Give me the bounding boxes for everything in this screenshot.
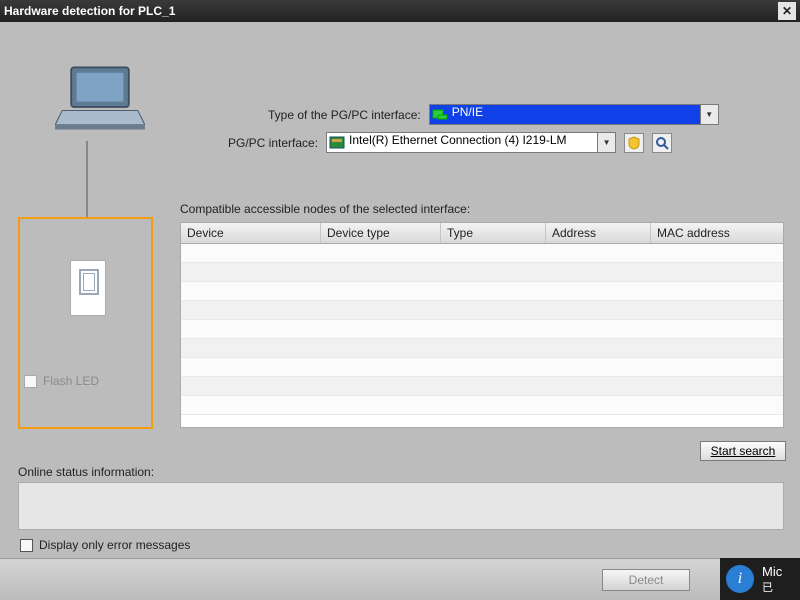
table-row[interactable] <box>181 301 783 320</box>
interface-type-label: Type of the PG/PC interface: <box>268 108 421 122</box>
col-type[interactable]: Type <box>441 223 546 243</box>
errors-only-checkbox[interactable] <box>20 539 33 552</box>
interface-name-value: Intel(R) Ethernet Connection (4) I219-LM <box>349 133 566 147</box>
errors-only-row: Display only error messages <box>20 538 190 552</box>
table-row[interactable] <box>181 320 783 339</box>
status-section-label: Online status information: <box>18 465 154 479</box>
interface-name-label: PG/PC interface: <box>228 136 318 150</box>
table-header: Device Device type Type Address MAC addr… <box>181 223 783 244</box>
notification-toast[interactable]: i Mic 已 <box>720 558 800 600</box>
flash-led-label: Flash LED <box>43 374 99 388</box>
col-device[interactable]: Device <box>181 223 321 243</box>
dialog-footer: Detect i Mic 已 <box>0 558 800 600</box>
nodes-table: Device Device type Type Address MAC addr… <box>180 222 784 428</box>
col-address[interactable]: Address <box>546 223 651 243</box>
start-search-button[interactable]: Start search <box>700 441 786 461</box>
shield-icon <box>627 136 641 150</box>
show-interfaces-button[interactable] <box>652 133 672 153</box>
device-selection-box <box>18 217 153 429</box>
interface-type-select[interactable]: PN/IE ▼ <box>429 104 719 125</box>
table-row[interactable] <box>181 377 783 396</box>
table-row[interactable] <box>181 358 783 377</box>
nic-icon <box>329 135 345 150</box>
flash-led-row: Flash LED <box>24 374 99 388</box>
table-body <box>181 244 783 428</box>
table-row[interactable] <box>181 244 783 263</box>
titlebar: Hardware detection for PLC_1 ✕ <box>0 0 800 22</box>
chevron-down-icon: ▼ <box>700 105 718 124</box>
toast-text: Mic 已 <box>762 564 782 595</box>
errors-only-label: Display only error messages <box>39 538 190 552</box>
configure-interface-button[interactable] <box>624 133 644 153</box>
laptop-icon <box>55 62 145 134</box>
nodes-section-label: Compatible accessible nodes of the selec… <box>180 202 470 216</box>
dialog-content: Type of the PG/PC interface: PN/IE ▼ PG/… <box>0 22 800 600</box>
col-mac[interactable]: MAC address <box>651 223 783 243</box>
table-row[interactable] <box>181 396 783 415</box>
interface-name-row: PG/PC interface: Intel(R) Ethernet Conne… <box>228 132 788 153</box>
interface-type-value: PN/IE <box>452 105 483 119</box>
table-row[interactable] <box>181 263 783 282</box>
window-title: Hardware detection for PLC_1 <box>4 4 778 18</box>
interface-name-select[interactable]: Intel(R) Ethernet Connection (4) I219-LM… <box>326 132 616 153</box>
plc-device-icon <box>70 260 106 316</box>
status-list[interactable] <box>18 482 784 530</box>
col-device-type[interactable]: Device type <box>321 223 441 243</box>
chevron-down-icon: ▼ <box>597 133 615 152</box>
pn-ie-icon <box>432 107 448 122</box>
detect-button[interactable]: Detect <box>602 569 690 591</box>
table-row[interactable] <box>181 339 783 358</box>
close-button[interactable]: ✕ <box>778 2 796 20</box>
search-icon <box>655 136 669 150</box>
table-row[interactable] <box>181 282 783 301</box>
info-icon: i <box>726 565 754 593</box>
interface-type-row: Type of the PG/PC interface: PN/IE ▼ <box>268 104 788 125</box>
flash-led-checkbox[interactable] <box>24 375 37 388</box>
